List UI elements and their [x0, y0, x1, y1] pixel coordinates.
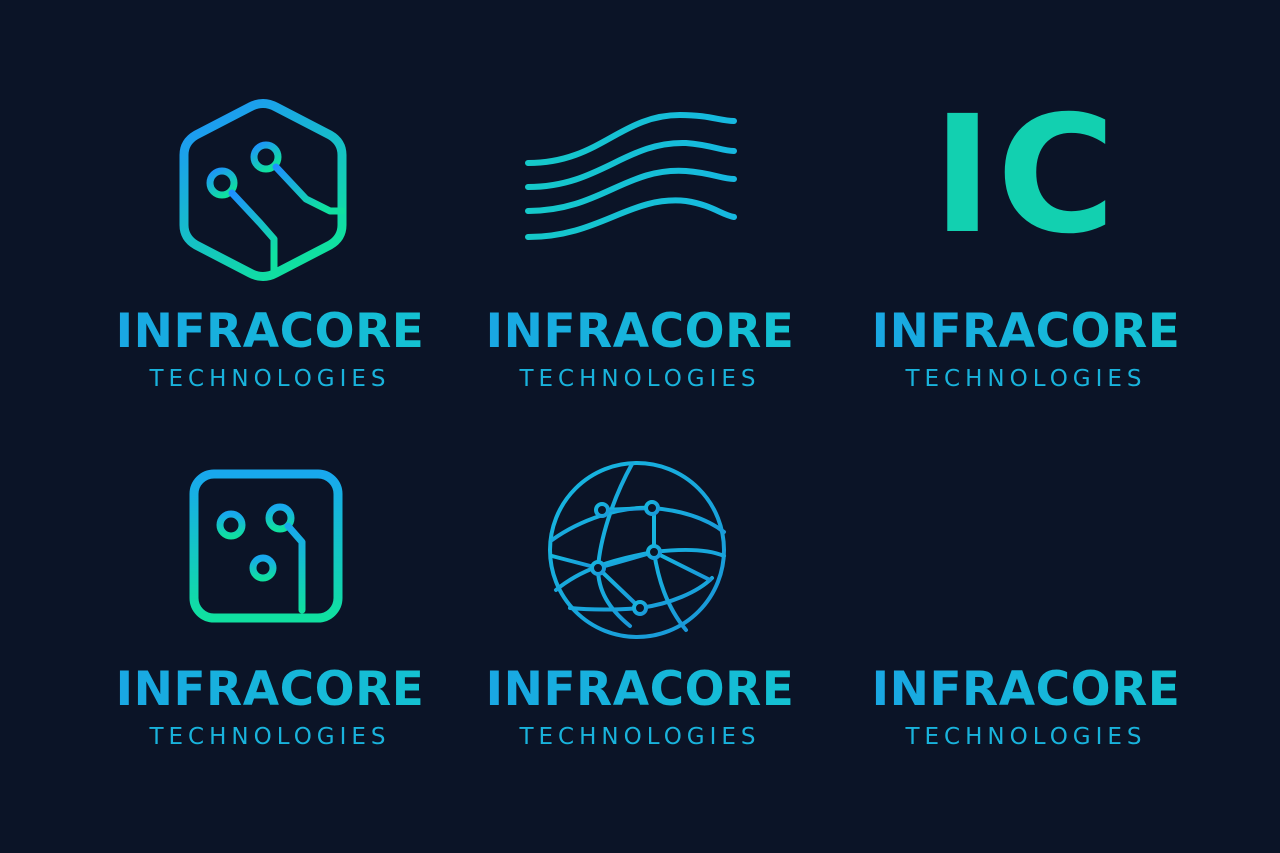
network-globe-icon — [548, 461, 726, 639]
brand-tagline: TECHNOLOGIES — [519, 366, 761, 392]
square-circuit-icon — [189, 469, 343, 623]
brand-tagline: TECHNOLOGIES — [905, 366, 1147, 392]
logo-1: INFRACORE TECHNOLOGIES — [70, 95, 470, 395]
hexagon-circuit-icon — [179, 99, 347, 281]
brand-tagline: TECHNOLOGIES — [905, 724, 1147, 750]
wave-lines-icon — [525, 111, 737, 240]
brand-name: INFRACORE — [70, 308, 470, 355]
logo-5: INFRACORE TECHNOLOGIES — [440, 460, 840, 760]
brand-tagline: TECHNOLOGIES — [519, 724, 761, 750]
logo-6: INFRACORE TECHNOLOGIES — [826, 460, 1226, 760]
logo-2: INFRACORE TECHNOLOGIES — [440, 95, 840, 395]
monogram-text: IC — [932, 82, 1120, 270]
brand-name: INFRACORE — [826, 308, 1226, 355]
logo-4: INFRACORE TECHNOLOGIES — [70, 460, 470, 760]
brand-name: INFRACORE — [70, 666, 470, 713]
brand-tagline: TECHNOLOGIES — [149, 366, 391, 392]
logo-3: IC INFRACORE TECHNOLOGIES — [826, 95, 1226, 395]
brand-tagline: TECHNOLOGIES — [149, 724, 391, 750]
brand-name: INFRACORE — [440, 666, 840, 713]
brand-name: INFRACORE — [440, 308, 840, 355]
brand-name: INFRACORE — [826, 666, 1226, 713]
ic-monogram-icon: IC — [826, 95, 1226, 257]
